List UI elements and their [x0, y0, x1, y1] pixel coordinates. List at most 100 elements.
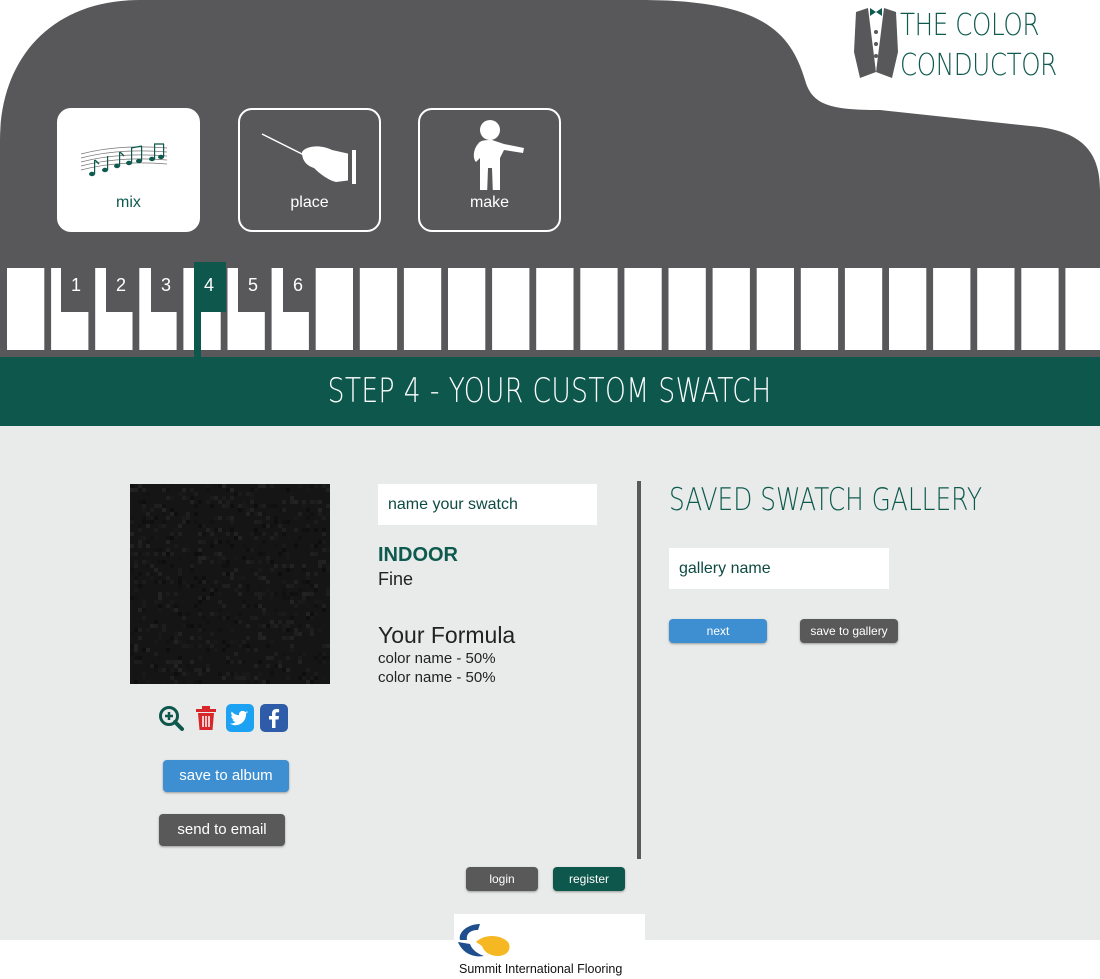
swatch-grain: [190, 660, 194, 664]
swatch-grain: [162, 552, 166, 556]
swatch-grain: [170, 532, 174, 536]
swatch-grain: [314, 500, 318, 504]
swatch-grain: [218, 552, 222, 556]
swatch-grain: [302, 500, 306, 504]
swatch-grain: [150, 516, 154, 520]
gallery-name-input[interactable]: [669, 548, 889, 589]
swatch-grain: [182, 680, 186, 684]
swatch-grain: [214, 552, 218, 556]
swatch-grain: [182, 520, 186, 524]
swatch-name-input[interactable]: [378, 484, 597, 525]
swatch-grain: [254, 676, 258, 680]
swatch-grain: [246, 588, 250, 592]
twitter-icon[interactable]: [226, 704, 254, 732]
swatch-grain: [206, 484, 210, 488]
swatch-grain: [242, 544, 246, 548]
swatch-grain: [162, 504, 166, 508]
swatch-grain: [310, 612, 314, 616]
swatch-grain: [286, 520, 290, 524]
swatch-grain: [226, 516, 230, 520]
swatch-grain: [302, 580, 306, 584]
swatch-grain: [198, 540, 202, 544]
swatch-grain: [146, 648, 150, 652]
swatch-grain: [186, 672, 190, 676]
swatch-grain: [214, 588, 218, 592]
swatch-grain: [250, 512, 254, 516]
swatch-grain: [302, 652, 306, 656]
swatch-grain: [310, 500, 314, 504]
swatch-grain: [258, 588, 262, 592]
swatch-grain: [174, 664, 178, 668]
step-tab-4[interactable]: 4: [194, 268, 224, 302]
conductor-hand-icon: [261, 133, 356, 184]
step-tab-6[interactable]: 6: [283, 268, 313, 302]
step-tab-1[interactable]: 1: [61, 268, 91, 302]
swatch-grain: [270, 592, 274, 596]
mode-button-mix[interactable]: mix: [57, 108, 200, 232]
swatch-grain: [170, 496, 174, 500]
swatch-grain: [262, 636, 266, 640]
swatch-grain: [310, 552, 314, 556]
swatch-grain: [302, 672, 306, 676]
swatch-grain: [318, 652, 322, 656]
swatch-grain: [294, 500, 298, 504]
swatch-grain: [206, 488, 210, 492]
mode-label-mix: mix: [116, 194, 141, 211]
send-to-email-button[interactable]: send to email: [159, 814, 285, 846]
register-button[interactable]: register: [553, 867, 625, 891]
swatch-grain: [142, 520, 146, 524]
swatch-grain: [198, 656, 202, 660]
step-tab-3[interactable]: 3: [151, 268, 181, 302]
swatch-grain: [202, 524, 206, 528]
swatch-grain: [174, 544, 178, 548]
save-to-gallery-button[interactable]: save to gallery: [800, 619, 898, 643]
step-tab-2[interactable]: 2: [106, 268, 136, 302]
swatch-grain: [150, 508, 154, 512]
swatch-grain: [290, 568, 294, 572]
active-step-indicator: [194, 312, 201, 358]
swatch-grain: [258, 548, 262, 552]
mode-button-make[interactable]: make: [418, 108, 561, 232]
login-button[interactable]: login: [466, 867, 538, 891]
swatch-grain: [254, 604, 258, 608]
swatch-grain: [326, 564, 330, 568]
swatch-grain: [290, 592, 294, 596]
mode-button-place[interactable]: place: [238, 108, 381, 232]
swatch-grain: [218, 540, 222, 544]
swatch-grain: [154, 552, 158, 556]
swatch-grain: [282, 636, 286, 640]
swatch-grain: [146, 512, 150, 516]
swatch-grain: [274, 608, 278, 612]
swatch-grain: [218, 600, 222, 604]
swatch-grain: [166, 668, 170, 672]
swatch-grain: [242, 556, 246, 560]
swatch-grain: [274, 564, 278, 568]
swatch-grain: [174, 528, 178, 532]
trash-icon[interactable]: [192, 704, 220, 732]
swatch-grain: [166, 540, 170, 544]
save-to-album-button[interactable]: save to album: [163, 760, 289, 792]
swatch-grain: [170, 484, 174, 488]
next-button[interactable]: next: [669, 619, 767, 643]
swatch-grain: [254, 512, 258, 516]
swatch-grain: [314, 484, 318, 488]
color-conductor-logo[interactable]: THE COLOR CONDUCTOR: [848, 2, 1057, 83]
swatch-grain: [142, 488, 146, 492]
swatch-grain: [238, 596, 242, 600]
swatch-grain: [298, 484, 302, 488]
swatch-grain: [246, 512, 250, 516]
swatch-grain: [206, 528, 210, 532]
swatch-grain: [186, 512, 190, 516]
facebook-icon[interactable]: [260, 704, 288, 732]
swatch-grain: [286, 564, 290, 568]
swatch-grain: [298, 656, 302, 660]
swatch-grain: [258, 552, 262, 556]
zoom-in-icon[interactable]: [157, 704, 185, 732]
step-tab-5[interactable]: 5: [238, 268, 268, 302]
swatch-grain: [174, 608, 178, 612]
swatch-grain: [154, 624, 158, 628]
swatch-grain: [266, 644, 270, 648]
swatch-grain: [286, 640, 290, 644]
swatch-grain: [202, 628, 206, 632]
swatch-grain: [214, 540, 218, 544]
